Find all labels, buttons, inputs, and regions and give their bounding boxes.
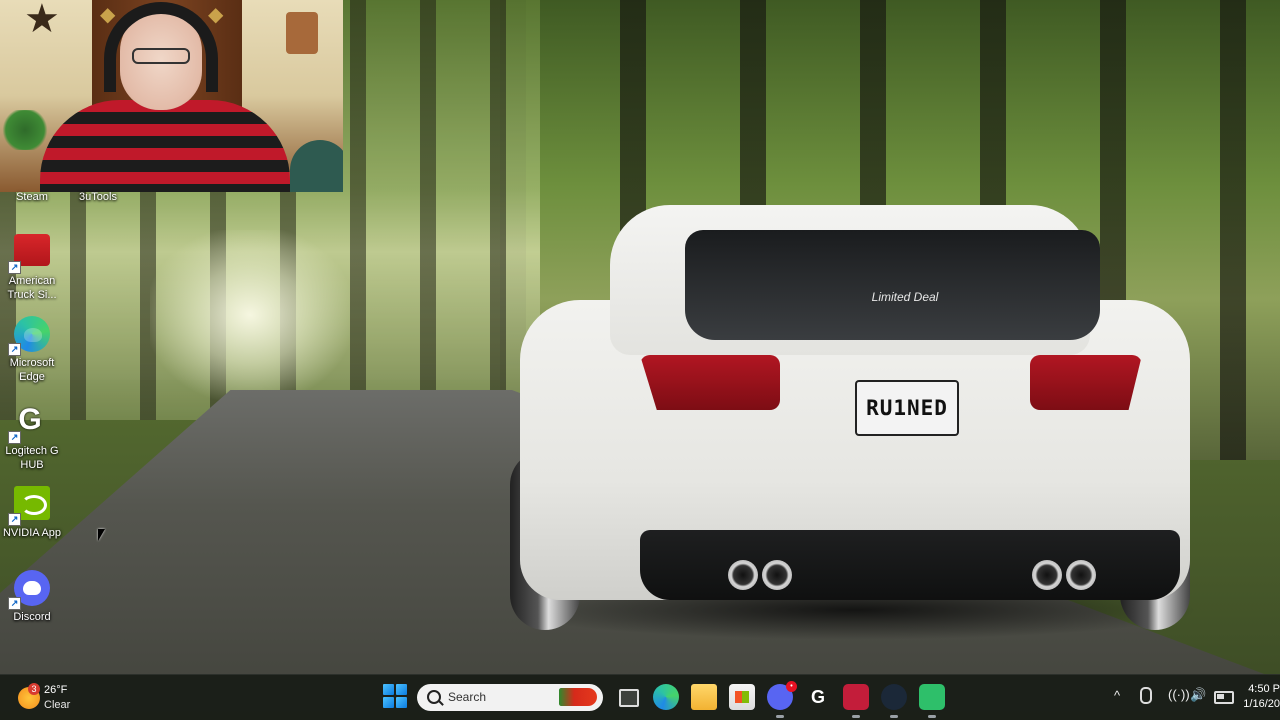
desktop-icon-discord[interactable]: ↗ Discord [0,570,64,624]
taskbar: 3 26°F Clear Search • G ^ ((·)) 🔊 4:50 P… [0,674,1280,720]
search-label: Search [448,690,487,704]
exhaust-tip [1032,560,1062,590]
car-bumper [640,530,1180,600]
system-tray: ^ ((·)) 🔊 4:50 P 1/16/20 [1108,675,1280,720]
wifi-icon[interactable]: ((·)) [1168,687,1190,702]
exhaust-tip [1066,560,1096,590]
taskbar-file-explorer[interactable] [691,684,717,710]
wallpaper-light [150,230,350,400]
taskbar-search[interactable]: Search [417,684,603,711]
diamond-decoration: ◆ [208,4,224,26]
weather-temperature: 26°F [44,684,68,696]
desktop-icon-label: Microsoft Edge [9,357,55,383]
shortcut-arrow-icon: ↗ [8,343,21,356]
running-indicator [852,715,860,718]
car-license-plate: RU1NED [855,380,959,436]
webcam-overlay: ★ ◆ ◆ [0,0,343,192]
search-highlight-icon [559,688,597,706]
taskbar-microsoft-store[interactable] [729,684,755,710]
logitech-g-icon: G [810,686,825,707]
plant [0,110,50,150]
car-taillight-left [640,355,780,410]
desktop-icon-american-truck-simulator[interactable]: ↗ American Truck Si... [0,234,64,302]
truck-icon: ↗ [8,234,50,274]
running-indicator [928,715,936,718]
clock-date: 1/16/20 [1243,698,1280,710]
desktop-icon-steam-label[interactable]: Steam [0,190,64,204]
desktop-icon-label: American Truck Si... [7,275,57,301]
nvidia-icon: ↗ [8,486,50,526]
desktop-icon-label: NVIDIA App [2,527,62,539]
start-button[interactable] [383,684,407,708]
taskbar-steam[interactable] [881,684,907,718]
notification-badge: • [786,681,797,692]
wall-plaque [286,12,318,54]
taskbar-edge[interactable] [653,684,679,710]
search-icon [427,690,441,704]
clock-time: 4:50 P [1248,683,1280,695]
battery-icon[interactable] [1214,691,1234,704]
microphone-icon[interactable] [1140,687,1152,704]
desktop-icon-label: Logitech G HUB [5,445,59,471]
volume-icon[interactable]: 🔊 [1190,687,1206,703]
taskbar-discord[interactable]: • [767,681,797,718]
chair [290,140,343,192]
running-indicator [776,715,784,718]
shortcut-arrow-icon: ↗ [8,261,21,274]
weather-condition: Clear [44,699,71,711]
discord-icon: ↗ [8,570,50,610]
clock[interactable]: 4:50 P 1/16/20 [1240,682,1280,712]
star-decoration: ★ [24,0,60,41]
task-view-button[interactable] [615,684,641,710]
shortcut-arrow-icon: ↗ [8,597,21,610]
mouse-cursor [98,529,105,541]
taskbar-logitech-g-hub[interactable]: G [805,684,831,710]
taskbar-obs[interactable] [919,684,945,718]
desktop-icon-nvidia-app[interactable]: ↗ NVIDIA App [0,486,64,540]
logitech-g-icon: G ↗ [8,404,50,444]
desktop-icon-3utools-label[interactable]: 3uTools [66,190,130,204]
windows-logo-icon [383,684,394,695]
person-shirt [40,100,290,192]
shortcut-arrow-icon: ↗ [8,431,21,444]
desktop: Limited Deal RU1NED ★ ◆ ◆ Steam 3uTools … [0,0,1280,720]
weather-widget[interactable]: 3 26°F Clear [14,682,124,714]
exhaust-tip [762,560,792,590]
shortcut-arrow-icon: ↗ [8,513,21,526]
car-window-sticker: Limited Deal [871,290,939,304]
show-hidden-icons-chevron-icon[interactable]: ^ [1114,688,1120,703]
weather-badge: 3 [28,683,40,695]
diamond-decoration: ◆ [100,4,116,26]
running-indicator [890,715,898,718]
edge-icon: ↗ [8,316,50,356]
glasses [132,48,190,64]
wallpaper-car: Limited Deal RU1NED [500,180,1200,650]
desktop-icon-label: Discord [13,611,51,623]
car-taillight-right [1030,355,1142,410]
car-rear-window [685,230,1100,340]
desktop-icon-logitech-g-hub[interactable]: G ↗ Logitech G HUB [0,402,64,472]
taskbar-app-red[interactable] [843,684,869,718]
exhaust-tip [728,560,758,590]
desktop-icon-microsoft-edge[interactable]: ↗ Microsoft Edge [0,316,64,384]
